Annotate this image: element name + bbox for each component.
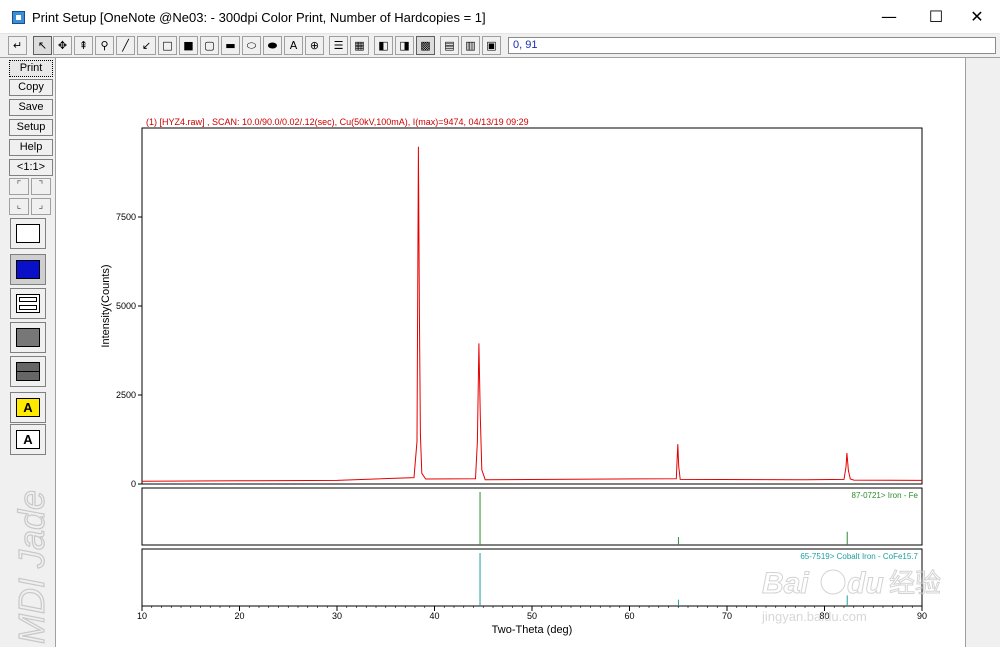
baidu-jingyan-watermark: Bai du 经验 jingyan.baidu.com	[761, 567, 942, 625]
pattern-icon[interactable]: ▤	[440, 36, 459, 55]
align-bottom-right-icon[interactable]: ⌟	[31, 198, 51, 215]
toolbar: ↵ ↖ ✥ ⇞ ⚲ ╱ ↙ □ ■ ▢ ▬ ⬭ ⬬ A ⊕ ☰ ▦ ◧ ◨ ▩ …	[0, 34, 1000, 58]
align-top-left-icon[interactable]: ⌜	[9, 178, 29, 195]
pointer-icon[interactable]: ↖	[33, 36, 52, 55]
filled-ellipse-icon[interactable]: ⬬	[263, 36, 282, 55]
cursor-coordinates-field: 0, 91	[508, 37, 996, 54]
diffraction-pattern-line	[141, 146, 923, 482]
actual-size-button[interactable]: <1:1>	[9, 159, 53, 176]
title-bar: Print Setup [OneNote @Ne03: - 300dpi Col…	[0, 0, 1000, 34]
rectangle-icon[interactable]: □	[158, 36, 177, 55]
y-axis-label: Intensity(Counts)	[100, 264, 112, 347]
y-tick-label: 7500	[116, 212, 136, 222]
xrd-chart: (1) [HYZ4.raw] , SCAN: 10.0/90.0/0.02/.1…	[100, 117, 942, 636]
watermark-url: jingyan.baidu.com	[761, 609, 867, 624]
main-plot-frame	[141, 127, 923, 485]
move-icon[interactable]: ✥	[53, 36, 72, 55]
y-tick-label: 5000	[116, 301, 136, 311]
window-title: Print Setup [OneNote @Ne03: - 300dpi Col…	[32, 10, 486, 25]
x-tick-label: 10	[137, 611, 147, 621]
table-icon[interactable]: ▥	[461, 36, 480, 55]
stacked-pattern-icon[interactable]	[10, 356, 46, 387]
save-button[interactable]: Save	[9, 99, 53, 116]
rounded-rectangle-icon[interactable]: ▢	[200, 36, 219, 55]
pattern-overlay-icon[interactable]	[10, 322, 46, 353]
blank-page-layout-icon[interactable]	[10, 218, 46, 249]
align-bottom-left-icon[interactable]: ⌞	[9, 198, 29, 215]
arrow-icon[interactable]: ↙	[137, 36, 156, 55]
side-panel: Print Copy Save Setup Help <1:1> ⌜ ⌝ ⌞ ⌟…	[0, 58, 56, 647]
list-icon[interactable]: ☰	[329, 36, 348, 55]
preview-background	[965, 58, 1000, 647]
print-button[interactable]: Print	[9, 60, 53, 77]
close-button[interactable]: ✕	[954, 0, 1000, 34]
x-tick-label: 60	[624, 611, 634, 621]
ellipse-icon[interactable]: ⬭	[242, 36, 261, 55]
watermark-brand: Bai	[762, 567, 809, 600]
app-icon	[12, 11, 25, 24]
text-A-icon[interactable]: A	[284, 36, 303, 55]
reference-panel-1	[141, 487, 923, 546]
y-tick-label: 0	[131, 479, 136, 489]
setup-button[interactable]: Setup	[9, 119, 53, 136]
svg-text:MDI Jade: MDI Jade	[11, 490, 52, 644]
paw-icon	[820, 569, 846, 595]
palette-icon[interactable]: ▩	[416, 36, 435, 55]
watermark-jingyan: 经验	[889, 568, 941, 598]
x-tick-label: 90	[917, 611, 927, 621]
half-fill-icon[interactable]: ◧	[374, 36, 393, 55]
split-page-layout-icon[interactable]	[10, 288, 46, 319]
back-arrow-icon[interactable]: ↵	[8, 36, 27, 55]
maximize-button[interactable]: ☐	[913, 0, 959, 34]
text-label-highlight-icon[interactable]: A	[10, 392, 46, 423]
text-label-icon[interactable]: A	[10, 424, 46, 455]
x-tick-label: 70	[722, 611, 732, 621]
x-tick-label: 40	[429, 611, 439, 621]
help-button[interactable]: Help	[9, 139, 53, 156]
text-cursor-icon[interactable]: ⇞	[74, 36, 93, 55]
filled-rounded-rectangle-icon[interactable]: ▬	[221, 36, 240, 55]
x-axis-label: Two-Theta (deg)	[492, 624, 573, 636]
x-tick-label: 20	[234, 611, 244, 621]
symbol-icon[interactable]: ⊕	[305, 36, 324, 55]
reference-label-1: 87-0721> Iron - Fe	[852, 491, 919, 500]
reference-label-2: 65-7519> Cobalt Iron - CoFe15.7	[800, 552, 918, 561]
minimize-button[interactable]: —	[866, 0, 912, 34]
zoom-icon[interactable]: ⚲	[95, 36, 114, 55]
mdi-jade-logo: MDI Jade	[10, 489, 52, 644]
y-tick-label: 2500	[116, 390, 136, 400]
x-tick-label: 50	[527, 611, 537, 621]
watermark-brand-suffix: du	[847, 567, 884, 600]
chart-header: (1) [HYZ4.raw] , SCAN: 10.0/90.0/0.02/.1…	[146, 117, 529, 127]
x-tick-label: 30	[332, 611, 342, 621]
filled-rectangle-icon[interactable]: ■	[179, 36, 198, 55]
grid-icon[interactable]: ▦	[350, 36, 369, 55]
line-icon[interactable]: ╱	[116, 36, 135, 55]
page-icon[interactable]: ▣	[482, 36, 501, 55]
align-top-right-icon[interactable]: ⌝	[31, 178, 51, 195]
full-color-page-icon[interactable]	[10, 254, 46, 285]
print-preview-page: (1) [HYZ4.raw] , SCAN: 10.0/90.0/0.02/.1…	[57, 58, 965, 647]
gradient-icon[interactable]: ◨	[395, 36, 414, 55]
copy-button[interactable]: Copy	[9, 79, 53, 96]
